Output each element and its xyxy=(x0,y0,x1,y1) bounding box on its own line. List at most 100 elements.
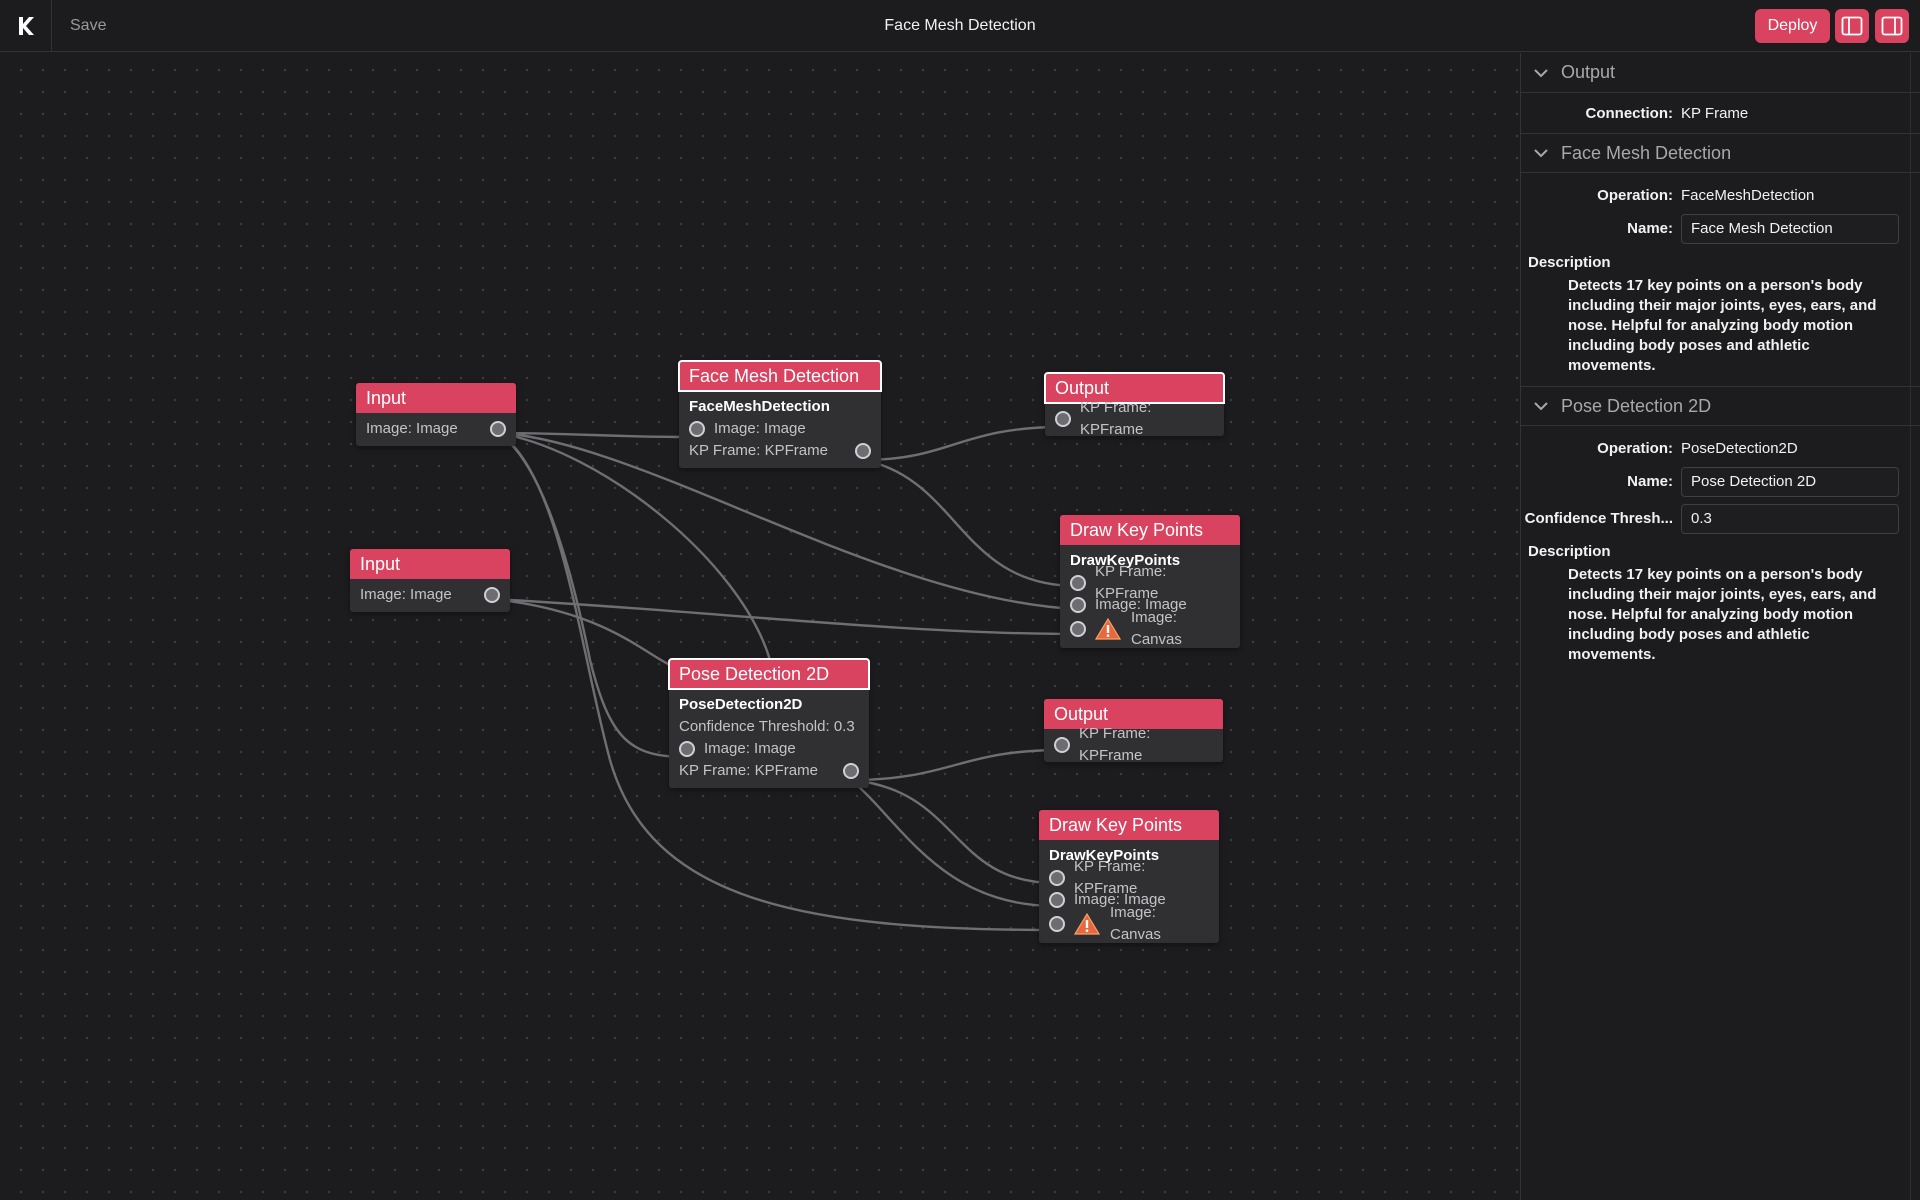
confidence-threshold-row: Confidence Thresh... xyxy=(1521,498,1920,539)
description-text: Detects 17 key points on a person's body… xyxy=(1568,566,1877,663)
deploy-button[interactable]: Deploy xyxy=(1755,9,1830,43)
warning-triangle-icon xyxy=(1074,913,1100,935)
node-title[interactable]: Draw Key Points xyxy=(1060,515,1240,545)
chevron-down-icon xyxy=(1534,68,1548,77)
pose-detection-2d-node[interactable]: Pose Detection 2D PoseDetection2D Confid… xyxy=(668,658,870,788)
confidence-threshold-field[interactable] xyxy=(1681,503,1899,534)
operation-label: Operation: xyxy=(1597,440,1673,457)
logo[interactable] xyxy=(0,0,52,52)
connection-value: KP Frame xyxy=(1681,104,1749,122)
port-label: Image: Image xyxy=(360,586,452,603)
port-label: Image: Image xyxy=(366,420,458,437)
confidence-threshold-label: Confidence Thresh... xyxy=(1524,510,1673,527)
port-label: KP Frame: KPFrame xyxy=(679,762,818,779)
port-label: KP Frame: KPFrame xyxy=(1080,399,1152,438)
port-label: Image: Image xyxy=(704,740,796,757)
input-port[interactable] xyxy=(1054,737,1070,753)
face-mesh-detection-node[interactable]: Face Mesh Detection FaceMeshDetection Im… xyxy=(678,360,882,468)
input-port-row: Image: Canvas xyxy=(1049,904,1209,943)
wire xyxy=(850,779,1056,908)
input-port-row: KP Frame: KPFrame xyxy=(1049,858,1209,897)
warning-triangle-icon xyxy=(1095,618,1121,640)
connection-row: Connection: KP Frame xyxy=(1521,93,1920,133)
input-port-row: Image: Image xyxy=(679,738,859,760)
node-title[interactable]: Input xyxy=(350,549,510,579)
wire xyxy=(863,425,1063,462)
output-port-row: KP Frame: KPFrame xyxy=(689,440,871,462)
section-header-pose-detection-2d[interactable]: Pose Detection 2D xyxy=(1521,386,1920,426)
output-port[interactable] xyxy=(484,587,500,603)
input-port[interactable] xyxy=(1049,892,1065,908)
port-label: KP Frame: KPFrame xyxy=(689,442,828,459)
toggle-right-panel-button[interactable] xyxy=(1875,9,1909,43)
port-label: KP Frame: KPFrame xyxy=(1079,725,1151,764)
output-node[interactable]: Output KP Frame: KPFrame xyxy=(1044,699,1223,764)
output-port-row: Image: Image xyxy=(366,418,506,440)
top-bar: Save Face Mesh Detection Deploy xyxy=(0,0,1920,52)
graph-canvas[interactable]: Input Image: Image Input Image: Image Fa… xyxy=(0,53,1519,1200)
input-port-row: KP Frame: KPFrame xyxy=(1054,725,1213,764)
node-title[interactable]: Pose Detection 2D xyxy=(668,658,870,690)
output-port-row: KP Frame: KPFrame xyxy=(679,760,859,782)
page-title: Face Mesh Detection xyxy=(884,17,1036,34)
name-label: Name: xyxy=(1627,220,1673,237)
wire xyxy=(491,597,671,667)
operation-row: Operation: PoseDetection2D xyxy=(1521,432,1920,465)
toggle-left-panel-button[interactable] xyxy=(1835,9,1869,43)
section-title: Pose Detection 2D xyxy=(1561,395,1712,416)
wire xyxy=(497,431,688,759)
name-field[interactable] xyxy=(1681,213,1899,244)
draw-key-points-node[interactable]: Draw Key Points DrawKeyPoints KP Frame: … xyxy=(1039,810,1219,943)
node-title[interactable]: Input xyxy=(356,383,516,413)
wire xyxy=(863,458,1078,588)
input-port-row: KP Frame: KPFrame xyxy=(1055,399,1214,438)
input-port[interactable] xyxy=(689,421,705,437)
name-row: Name: xyxy=(1521,212,1920,245)
chevron-down-icon xyxy=(1534,402,1548,411)
description-text: Detects 17 key points on a person's body… xyxy=(1568,277,1877,374)
input-port[interactable] xyxy=(679,741,695,757)
node-operation: PoseDetection2D xyxy=(679,696,803,713)
input-port[interactable] xyxy=(1055,411,1071,427)
description-label: Description xyxy=(1528,254,1611,271)
input-node[interactable]: Input Image: Image xyxy=(350,549,510,612)
scrollbar[interactable] xyxy=(1910,53,1920,1200)
input-port[interactable] xyxy=(1070,621,1086,637)
output-port[interactable] xyxy=(843,763,859,779)
input-port[interactable] xyxy=(1070,597,1086,613)
port-label: Image: Canvas xyxy=(1110,904,1161,943)
input-port[interactable] xyxy=(1049,870,1065,886)
node-param: Confidence Threshold: 0.3 xyxy=(679,718,855,735)
name-label: Name: xyxy=(1627,473,1673,490)
input-node[interactable]: Input Image: Image xyxy=(356,383,516,446)
wire xyxy=(497,431,698,439)
input-port[interactable] xyxy=(1049,916,1065,932)
output-port-row: Image: Image xyxy=(360,584,500,606)
name-row: Name: xyxy=(1521,465,1920,498)
sidebar-left-icon xyxy=(1841,16,1863,36)
output-node[interactable]: Output KP Frame: KPFrame xyxy=(1044,372,1225,438)
operation-value: PoseDetection2D xyxy=(1681,440,1798,457)
input-port-row: KP Frame: KPFrame xyxy=(1070,563,1230,602)
chevron-down-icon xyxy=(1534,149,1548,158)
wire xyxy=(850,778,1056,885)
section-title: Output xyxy=(1561,62,1616,82)
node-title[interactable]: Draw Key Points xyxy=(1039,810,1219,840)
node-title[interactable]: Face Mesh Detection xyxy=(678,360,882,392)
connection-wires xyxy=(491,425,1078,932)
output-port[interactable] xyxy=(490,421,506,437)
k-logo-icon xyxy=(18,17,34,35)
draw-key-points-node[interactable]: Draw Key Points DrawKeyPoints KP Frame: … xyxy=(1060,515,1240,648)
port-label: Image: Canvas xyxy=(1131,609,1182,648)
sidebar-right-icon xyxy=(1881,16,1903,36)
section-header-face-mesh-detection[interactable]: Face Mesh Detection xyxy=(1521,133,1920,173)
output-port[interactable] xyxy=(855,443,871,459)
section-header-output[interactable]: Output xyxy=(1521,53,1920,93)
description-label: Description xyxy=(1528,543,1611,560)
save-button[interactable]: Save xyxy=(70,14,106,38)
inspector-panel: Output Connection: KP Frame Face Mesh De… xyxy=(1520,53,1920,1200)
wire xyxy=(491,597,1078,636)
input-port[interactable] xyxy=(1070,575,1086,591)
name-field[interactable] xyxy=(1681,466,1899,497)
connection-label: Connection: xyxy=(1585,104,1674,122)
